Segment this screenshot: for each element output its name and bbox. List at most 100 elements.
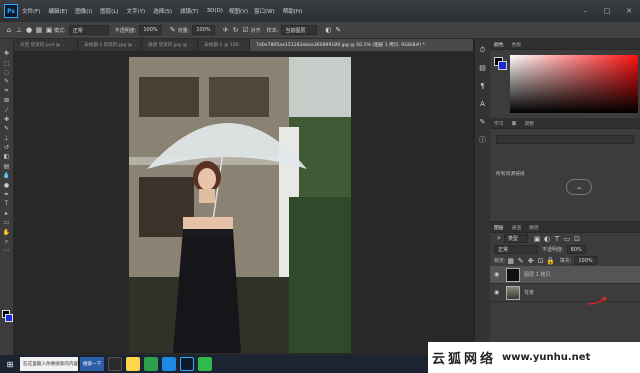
sample-select[interactable]: 当前图层 <box>281 25 318 35</box>
kind-filter-select[interactable]: 类型 <box>504 234 528 243</box>
pressure-opacity-icon[interactable]: ✎ <box>168 25 178 35</box>
photoshop-app-icon[interactable]: Ps <box>4 4 18 18</box>
doc-tab[interactable]: 未标题-1 @ 100... <box>198 39 250 51</box>
menu-view[interactable]: 视图(V) <box>229 7 248 15</box>
move-tool-icon[interactable]: ✥ <box>1 49 13 58</box>
menu-select[interactable]: 选择(S) <box>153 7 172 15</box>
color-spectrum[interactable] <box>510 55 638 113</box>
hand-tool-icon[interactable]: ✋ <box>1 227 13 236</box>
blend-mode-select[interactable]: 正常 <box>494 245 538 254</box>
lock-artboard-icon[interactable]: ⊡ <box>536 256 546 266</box>
filter-shape-icon[interactable]: ▭ <box>562 234 572 244</box>
properties-panel-icon[interactable]: ▤ <box>478 63 488 73</box>
history-panel-icon[interactable]: ⏱ <box>478 45 488 55</box>
gradient-tool-icon[interactable]: ▤ <box>1 162 13 171</box>
lasso-tool-icon[interactable]: ◌ <box>1 68 13 77</box>
tab-color[interactable]: 颜色 <box>494 41 504 48</box>
fill-input[interactable]: 100% <box>574 256 597 265</box>
panel-background-swatch[interactable] <box>498 61 507 70</box>
wechat-icon[interactable] <box>198 357 213 371</box>
tab-channels[interactable]: 通道 <box>512 224 522 231</box>
menu-image[interactable]: 图像(I) <box>75 7 92 15</box>
lock-position-icon[interactable]: ✥ <box>526 256 536 266</box>
menu-type[interactable]: 文字(Y) <box>127 7 146 15</box>
blur-tool-icon[interactable]: 💧 <box>1 171 13 180</box>
close-icon[interactable]: ✕ <box>618 7 640 15</box>
airbrush-icon[interactable]: ✈ <box>221 25 231 35</box>
doc-tab[interactable]: 天空 欣赏的.psd @ ... <box>14 39 78 51</box>
menu-filter[interactable]: 滤镜(T) <box>180 7 199 15</box>
background-color-swatch[interactable] <box>5 314 13 322</box>
clone-stamp-tool-icon[interactable]: ⊥ <box>1 134 13 143</box>
quick-select-tool-icon[interactable]: ✎ <box>1 77 13 86</box>
healing-brush-tool-icon[interactable]: ✚ <box>1 115 13 124</box>
clone-stamp-tool-icon[interactable]: ⊥ <box>14 25 24 35</box>
taskbar-search-button[interactable]: 搜索一下 <box>80 357 105 371</box>
layer-name[interactable]: 背景 <box>524 289 534 296</box>
visibility-eye-icon[interactable]: ◉ <box>494 271 502 278</box>
lock-all-icon[interactable]: 🔒 <box>546 256 556 266</box>
menu-window[interactable]: 窗口(W) <box>254 7 275 15</box>
layer-name[interactable]: 图层 1 拷贝 <box>524 271 550 278</box>
layer-row-selected[interactable]: ◉ 图层 1 拷贝 <box>490 266 640 284</box>
pressure-size-icon[interactable]: ✎ <box>333 25 343 35</box>
layer-row[interactable]: ◉ 背景 <box>490 284 640 302</box>
edge-browser-icon[interactable] <box>162 357 177 371</box>
brush-tool-icon[interactable]: ✎ <box>1 124 13 133</box>
home-icon[interactable]: ⌂ <box>4 25 14 35</box>
filter-pixel-icon[interactable]: ▣ <box>532 234 542 244</box>
task-view-icon[interactable] <box>108 357 123 371</box>
flow-input[interactable]: 100% <box>192 25 215 35</box>
tab-paths[interactable]: 路径 <box>529 224 539 231</box>
document-image[interactable] <box>129 57 351 353</box>
filter-smart-icon[interactable]: ⊡ <box>572 234 582 244</box>
doc-tab-active[interactable]: 7d0e7805ae151283ebea360899189.jpg @ 50.1… <box>250 39 474 51</box>
filter-type-icon[interactable]: T <box>552 234 562 244</box>
tab-adjustments[interactable]: 调整 <box>524 120 534 127</box>
minimize-icon[interactable]: – <box>574 7 596 15</box>
info-panel-icon[interactable]: ⓘ <box>478 135 488 145</box>
tab-layers[interactable]: 图层 <box>494 224 504 231</box>
photoshop-taskbar-icon[interactable] <box>180 357 195 371</box>
windows-start-icon[interactable]: ⊞ <box>3 357 17 371</box>
menu-3d[interactable]: 3D(D) <box>207 8 223 14</box>
browser-icon[interactable] <box>144 357 159 371</box>
lock-paint-icon[interactable]: ✎ <box>516 256 526 266</box>
pen-tool-icon[interactable]: ✒ <box>1 190 13 199</box>
type-tool-icon[interactable]: T <box>1 199 13 208</box>
mode-select[interactable]: 正常 <box>68 25 109 35</box>
smoothing-icon[interactable]: ↻ <box>231 25 241 35</box>
tab-swatches[interactable]: 色板 <box>512 41 522 48</box>
brush-preset-icon[interactable]: ● <box>24 25 34 35</box>
filter-adjustment-icon[interactable]: ◐ <box>542 234 552 244</box>
tab-learn[interactable]: 学习 <box>494 120 504 127</box>
doc-tab[interactable]: 未标题-1 欣赏的.jpg @ ... <box>78 39 142 51</box>
paragraph-panel-icon[interactable]: ¶ <box>478 81 488 91</box>
opacity-input[interactable]: 100% <box>139 25 162 35</box>
file-explorer-icon[interactable] <box>126 357 141 371</box>
menu-file[interactable]: 文件(F) <box>22 7 40 15</box>
visibility-eye-icon[interactable]: ◉ <box>494 289 502 296</box>
brush-panel-icon[interactable]: ✎ <box>478 117 488 127</box>
lock-pixels-icon[interactable]: ▦ <box>506 256 516 266</box>
layer-opacity-input[interactable]: 60% <box>566 245 586 254</box>
menu-layer[interactable]: 图层(L) <box>100 7 118 15</box>
rectangle-tool-icon[interactable]: ▭ <box>1 218 13 227</box>
taskbar-search-input[interactable]: 在这里输入你要搜索的内容 <box>20 357 78 371</box>
clone-source-icon[interactable]: ▣ <box>44 25 54 35</box>
marquee-tool-icon[interactable]: ⬚ <box>1 58 13 67</box>
more-tools-icon[interactable]: ⋯ <box>1 246 13 255</box>
brush-settings-icon[interactable]: ▦ <box>34 25 44 35</box>
crop-tool-icon[interactable]: ⌗ <box>1 87 13 96</box>
library-search-input[interactable] <box>496 135 634 144</box>
history-brush-tool-icon[interactable]: ↺ <box>1 143 13 152</box>
zoom-tool-icon[interactable]: ⌕ <box>1 237 13 246</box>
align-checkbox-icon[interactable]: ☑ <box>241 25 251 35</box>
tab-libraries[interactable]: 库 <box>512 120 517 127</box>
dodge-tool-icon[interactable]: ● <box>1 180 13 189</box>
menu-edit[interactable]: 编辑(E) <box>48 7 67 15</box>
eyedropper-tool-icon[interactable]: ⁄ <box>1 105 13 114</box>
eraser-tool-icon[interactable]: ◧ <box>1 152 13 161</box>
maximize-icon[interactable]: □ <box>596 7 618 15</box>
doc-tab[interactable]: 通道 欣赏的.jpg @ ... <box>142 39 198 51</box>
